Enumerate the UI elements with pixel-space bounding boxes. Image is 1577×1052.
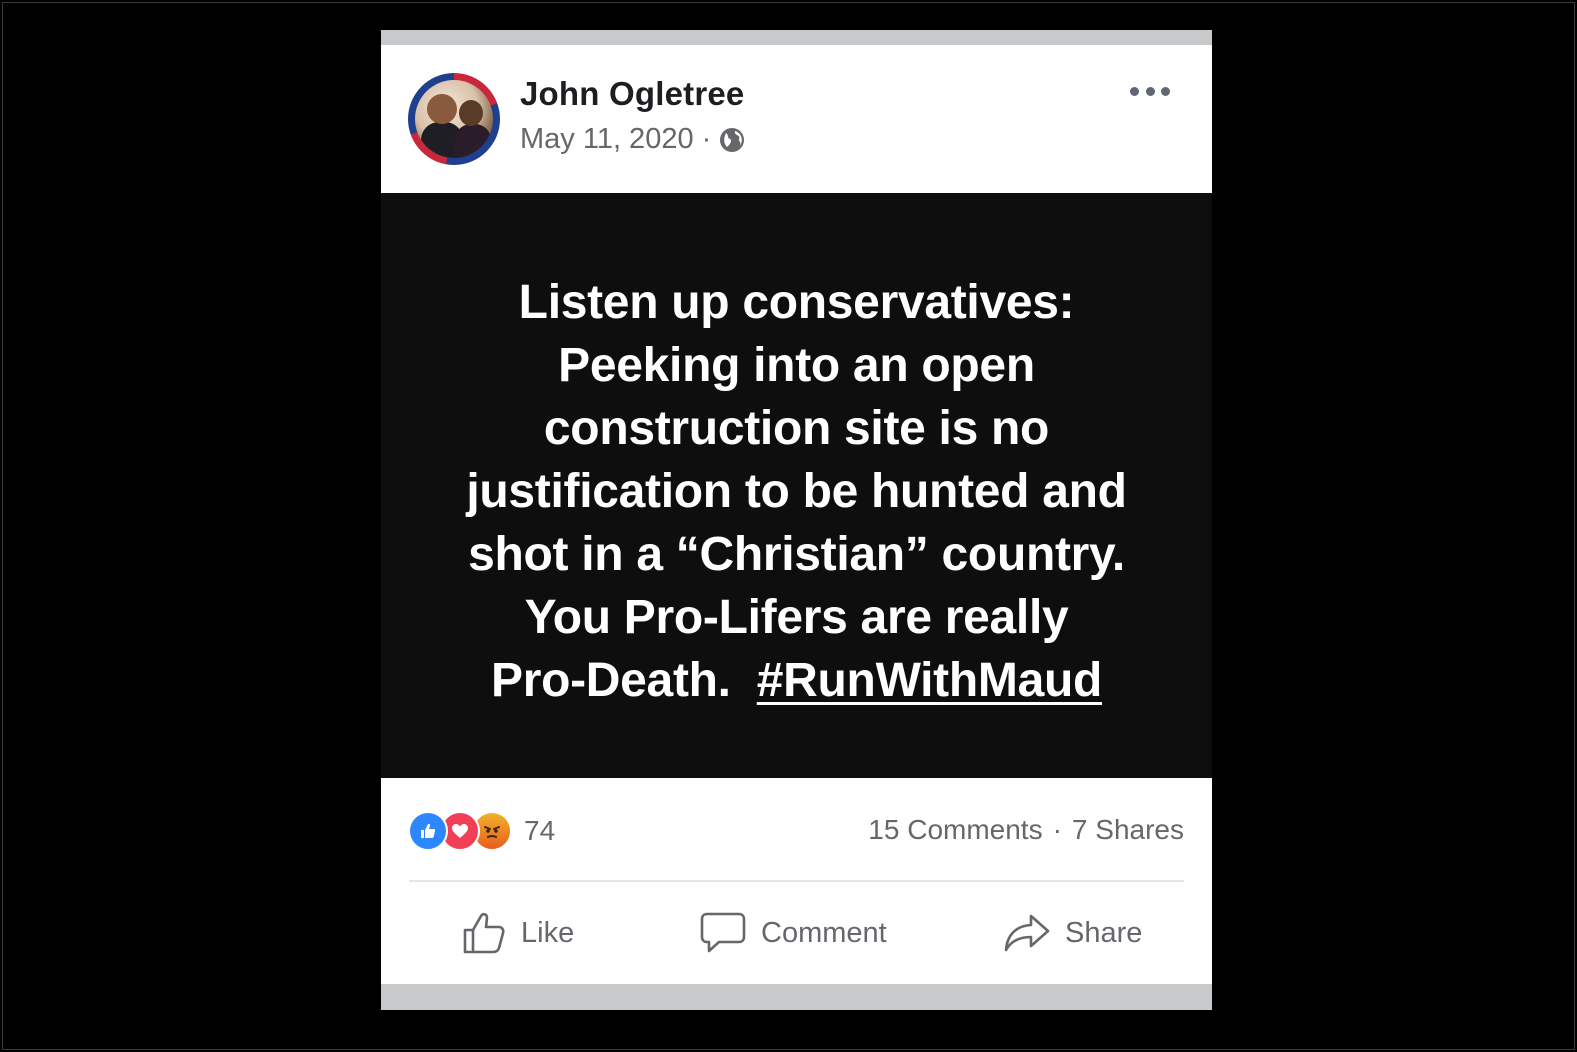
speech-bubble-icon xyxy=(699,910,747,956)
comment-button[interactable]: Comment xyxy=(699,910,887,956)
feed-separator-top xyxy=(381,30,1212,45)
post-date[interactable]: May 11, 2020 xyxy=(520,123,694,156)
like-reaction-icon xyxy=(408,811,448,851)
post-text-line: shot in a “Christian” country. xyxy=(468,528,1125,581)
globe-icon xyxy=(719,127,745,153)
post-text-line: You Pro-Lifers are really xyxy=(524,591,1069,644)
post-text-line: justification to be hunted and xyxy=(466,465,1127,518)
action-bar: Like Comment Share xyxy=(381,882,1212,984)
post-text-prefix: Pro-Death. xyxy=(490,654,757,707)
facebook-post-card: John Ogletree May 11, 2020 · Listen up c… xyxy=(381,30,1212,1010)
share-label: Share xyxy=(1065,916,1143,949)
avatar-figure xyxy=(427,94,457,124)
post-text: Listen up conservatives: Peeking into an… xyxy=(411,271,1182,712)
thumbs-up-icon xyxy=(461,910,507,956)
engagement-counts: 15 Comments · 7 Shares xyxy=(868,814,1184,846)
avatar-figure xyxy=(459,100,483,126)
like-label: Like xyxy=(521,916,575,949)
reactions-summary[interactable]: 74 xyxy=(408,811,555,851)
post-text-line-last: Pro-Death. #RunWithMaud xyxy=(411,649,1182,712)
like-button[interactable]: Like xyxy=(461,910,574,956)
avatar-figure xyxy=(455,124,491,158)
dot xyxy=(1130,86,1139,96)
dot xyxy=(1145,86,1155,96)
post-image[interactable]: Listen up conservatives: Peeking into an… xyxy=(381,193,1212,778)
post-header: John Ogletree May 11, 2020 · xyxy=(381,45,1212,193)
reaction-count: 74 xyxy=(524,815,556,846)
author-name[interactable]: John Ogletree xyxy=(520,75,744,113)
more-options-icon[interactable] xyxy=(1130,81,1170,101)
comment-label: Comment xyxy=(761,916,887,949)
share-arrow-icon xyxy=(1003,910,1051,956)
post-text-line: Listen up conservatives: xyxy=(518,276,1075,329)
dot xyxy=(1161,86,1170,96)
engagement-separator: · xyxy=(1052,814,1062,845)
post-meta: May 11, 2020 · xyxy=(520,123,745,156)
avatar[interactable] xyxy=(408,73,500,165)
share-button[interactable]: Share xyxy=(1003,910,1142,956)
meta-separator: · xyxy=(701,123,712,155)
post-text-line: Peeking into an open xyxy=(558,339,1035,392)
hashtag-link[interactable]: #RunWithMaud xyxy=(757,654,1103,707)
post-summary: 74 15 Comments · 7 Shares xyxy=(381,778,1212,880)
feed-separator-bottom xyxy=(381,984,1212,1010)
avatar-photo xyxy=(415,80,493,158)
comments-count-link[interactable]: 15 Comments xyxy=(868,814,1042,846)
post-text-line: construction site is no xyxy=(543,402,1050,455)
shares-count-link[interactable]: 7 Shares xyxy=(1072,814,1184,846)
